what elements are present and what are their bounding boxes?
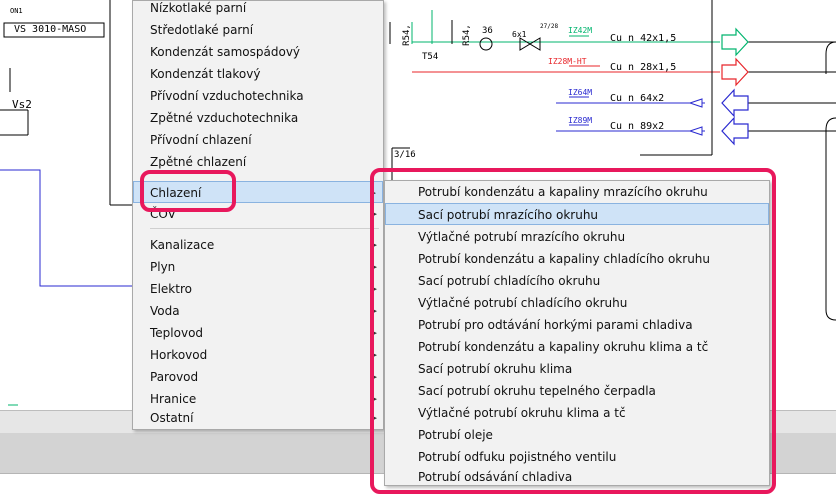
callout-highlight-submenu	[370, 168, 776, 494]
pipe-spec: Cu n 64x2	[610, 93, 665, 104]
cad-pipe-label: R54,	[401, 24, 412, 46]
menu-item-kanalizace[interactable]: Kanalizace ▸	[133, 234, 383, 256]
pipe-tag: IZ42M	[568, 26, 593, 35]
cad-pipe-label: 36	[482, 26, 493, 36]
callout-highlight-chlazeni	[140, 170, 236, 212]
menu-item-ostatni[interactable]: Ostatní ▸	[133, 407, 383, 429]
cad-cut-label: ON1	[10, 7, 23, 15]
cad-blue-line	[0, 169, 135, 287]
menu-item-horkovod[interactable]: Horkovod ▸	[133, 344, 383, 366]
flow-arrow-right	[721, 27, 749, 57]
cad-pipe-label: 27/28	[540, 23, 559, 30]
menu-item-voda[interactable]: Voda ▸	[133, 300, 383, 322]
menu-item-teplovod[interactable]: Teplovod ▸	[133, 322, 383, 344]
menu-item-parovod[interactable]: Parovod ▸	[133, 366, 383, 388]
menu-item-plyn[interactable]: Plyn ▸	[133, 256, 383, 278]
menu-item-zpetne-vzduchotechnika[interactable]: Zpětné vzduchotechnika	[133, 107, 383, 129]
flow-arrow-left	[721, 88, 749, 118]
cad-pipe-label: T54	[422, 52, 439, 62]
pipe-spec: Cu n 28x1,5	[610, 62, 677, 73]
pipe-spec: Cu n 42x1,5	[610, 33, 677, 44]
cad-pipe-label: 6x1	[512, 30, 527, 39]
pipe-tag: IZ89M	[568, 116, 593, 125]
cad-block-label: VS 3010-MASO	[14, 24, 87, 35]
menu-item-privodni-vzduchotechnika[interactable]: Přívodní vzduchotechnika	[133, 85, 383, 107]
pump-symbol	[479, 37, 493, 51]
cad-pipe-label: 3/16	[394, 150, 416, 160]
cad-pipe-label: R54,	[461, 24, 472, 46]
pipe-spec: Cu n 89x2	[610, 121, 665, 132]
menu-item-stredotlake-parni[interactable]: Středotlaké parní	[133, 19, 383, 41]
flow-arrow-right	[721, 57, 749, 87]
pipe-tag: IZ28M-HT	[548, 57, 587, 66]
menu-item-kondenzat-tlakovy[interactable]: Kondenzát tlakový	[133, 63, 383, 85]
menu-item-nizkotlake-parni[interactable]: Nízkotlaké parní	[133, 0, 383, 19]
layer-context-menu: Nízkotlaké parní Středotlaké parní Konde…	[132, 0, 384, 430]
pipe-tag: IZ64M	[568, 88, 593, 97]
menu-item-kondenzat-samospadovy[interactable]: Kondenzát samospádový	[133, 41, 383, 63]
flow-arrow-left	[721, 116, 749, 146]
menu-item-privodni-chlazeni[interactable]: Přívodní chlazení	[133, 129, 383, 151]
menu-item-elektro[interactable]: Elektro ▸	[133, 278, 383, 300]
cad-vs-label: Vs2	[12, 98, 32, 111]
menu-separator	[150, 228, 379, 229]
